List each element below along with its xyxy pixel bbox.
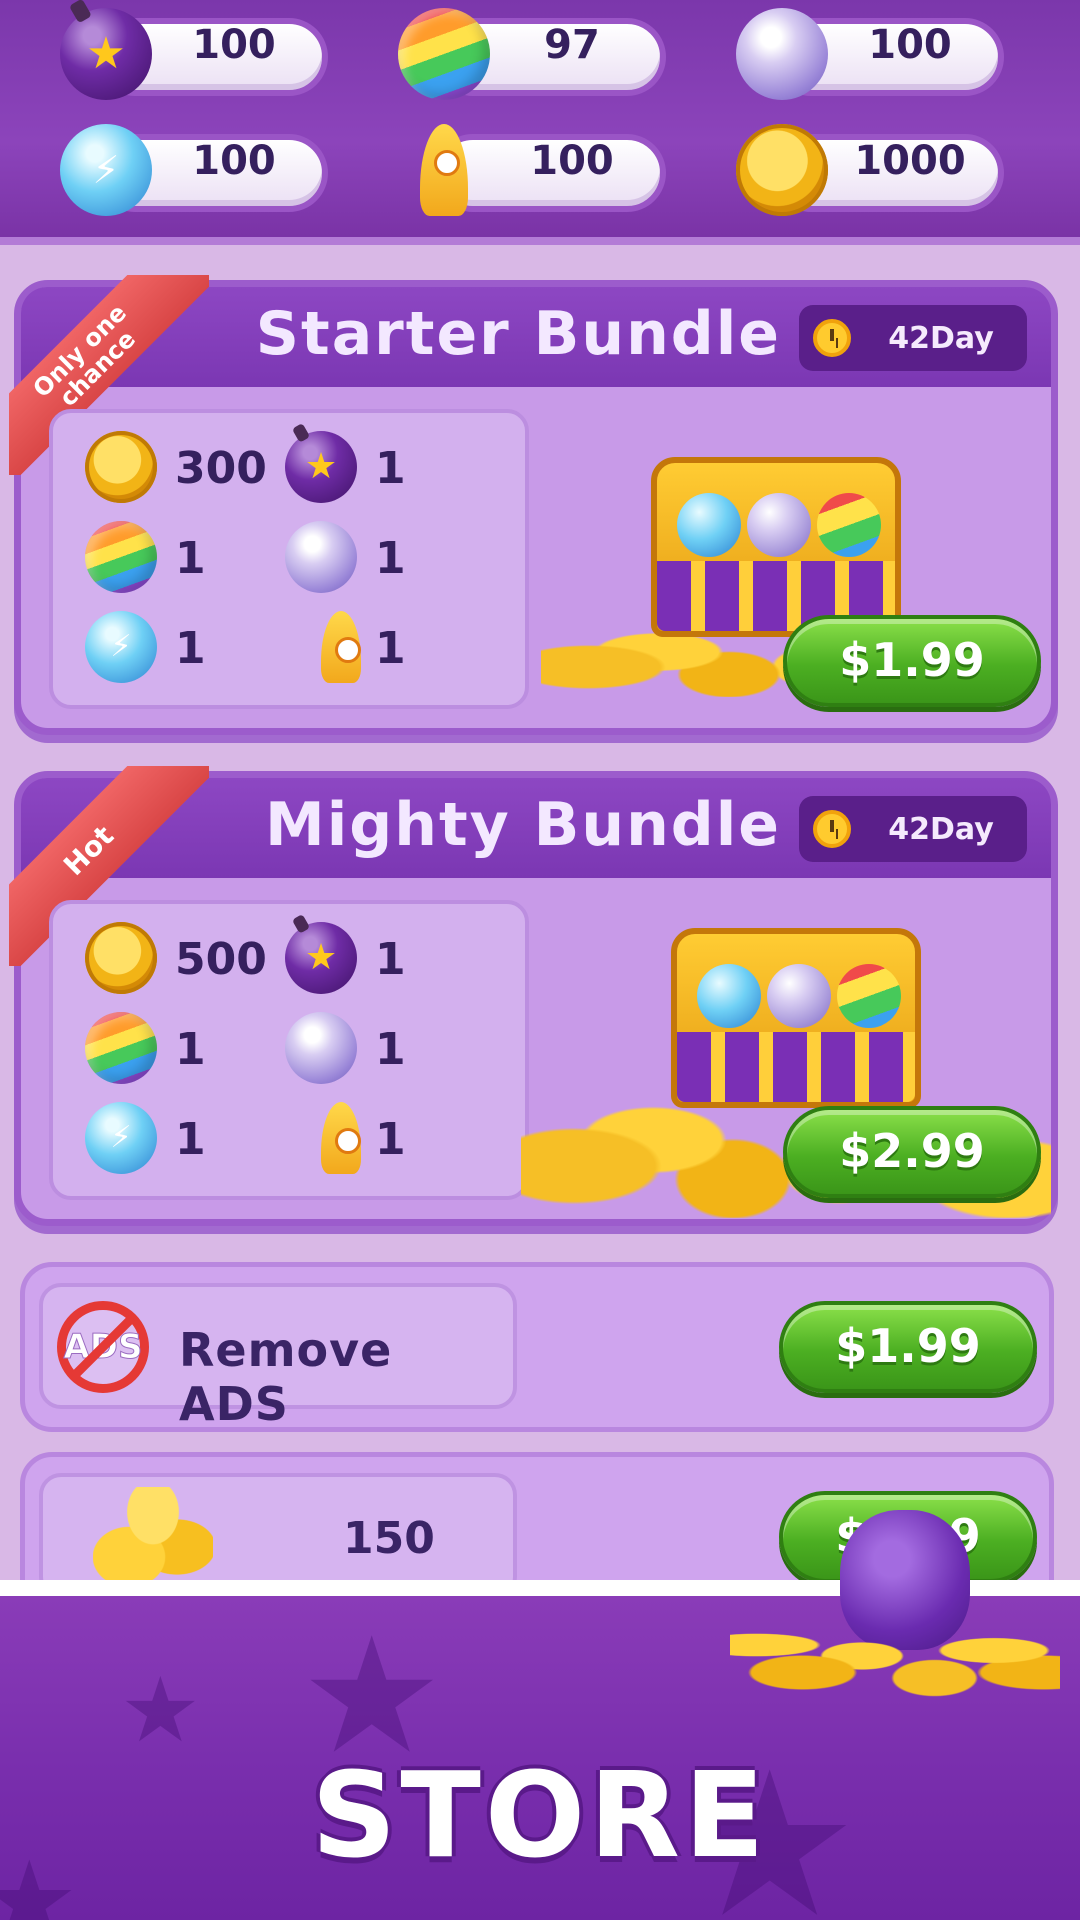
rainbow-ball-icon <box>85 1012 157 1084</box>
bundle-item: 1 <box>265 607 485 687</box>
bundle-item: 1 <box>265 427 485 507</box>
chest-icon <box>671 928 921 1108</box>
bundle-item: 1 <box>265 1098 485 1178</box>
coin-icon <box>85 431 157 503</box>
resource-value: 1000 <box>854 138 966 184</box>
rainbow-ball-icon <box>85 521 157 593</box>
pearl-ball-icon <box>285 521 357 593</box>
lightning-ball-icon <box>60 124 152 216</box>
bundle-items: 300 1 1 1 1 1 <box>49 409 529 709</box>
coin-icon <box>736 124 828 216</box>
bundle-timer: 42Day <box>799 305 1027 371</box>
remove-ads-row[interactable]: ADS Remove ADS $1.99 <box>20 1262 1054 1432</box>
starter-bundle-buy-button[interactable]: $1.99 <box>783 615 1041 707</box>
bundle-item: 300 <box>65 427 285 507</box>
ribbon-text: Only one chance <box>27 298 142 413</box>
item-qty: 500 <box>175 934 267 985</box>
resource-value: 100 <box>868 22 952 68</box>
store-title: STORE <box>311 1746 769 1884</box>
remove-ads-buy-button[interactable]: $1.99 <box>779 1301 1037 1393</box>
item-qty: 1 <box>175 1114 206 1165</box>
rocket-icon <box>321 611 361 683</box>
item-qty: 1 <box>175 623 206 674</box>
coin-pile-image <box>730 1590 1060 1700</box>
lightning-ball-icon <box>85 611 157 683</box>
resource-coins[interactable]: 1000 <box>736 124 1004 216</box>
clock-icon <box>813 319 851 357</box>
bundle-item: 1 <box>265 1008 485 1088</box>
item-qty: 1 <box>175 533 206 584</box>
item-qty: 1 <box>375 1024 406 1075</box>
money-bag-image <box>730 1500 1060 1700</box>
resource-pearl-ball[interactable]: 100 <box>736 8 1004 100</box>
bundle-items: 500 1 1 1 1 1 <box>49 900 529 1200</box>
chest-icon <box>651 457 901 637</box>
bomb-icon <box>285 431 357 503</box>
coin-icon <box>85 922 157 994</box>
mighty-bundle-buy-button[interactable]: $2.99 <box>783 1106 1041 1198</box>
item-qty: 1 <box>375 934 406 985</box>
bomb-icon <box>285 922 357 994</box>
bundle-title: Starter Bundle <box>255 299 781 369</box>
bomb-icon <box>60 8 152 100</box>
remove-ads-label: Remove ADS <box>179 1323 393 1431</box>
timer-text: 42Day <box>888 321 994 356</box>
bundle-item: 500 <box>65 918 285 998</box>
item-qty: 1 <box>375 1114 406 1165</box>
rocket-icon <box>321 1102 361 1174</box>
resource-value: 100 <box>192 22 276 68</box>
bundle-item: 1 <box>265 918 485 998</box>
item-qty: 1 <box>375 533 406 584</box>
star-decoration-icon: ★ <box>120 1658 201 1763</box>
bundle-item: 1 <box>65 1098 285 1178</box>
item-qty: 300 <box>175 443 267 494</box>
coin-pack-amount: 150 <box>343 1513 435 1564</box>
bundle-item: 1 <box>265 517 485 597</box>
resource-bomb[interactable]: 100 <box>60 8 328 100</box>
resource-value: 97 <box>544 22 600 68</box>
item-qty: 1 <box>375 443 406 494</box>
resource-lightning-ball[interactable]: 100 <box>60 124 328 216</box>
resource-bar: 100 97 100 100 100 1000 <box>0 0 1080 245</box>
resource-rainbow-ball[interactable]: 97 <box>398 8 666 100</box>
starter-bundle-card[interactable]: Starter Bundle 42Day Only one chance 300… <box>9 275 1058 735</box>
no-ads-icon-text: ADS <box>63 1327 143 1368</box>
mighty-bundle-card[interactable]: Mighty Bundle 42Day Hot 500 1 1 1 1 <box>9 766 1058 1226</box>
item-qty: 1 <box>175 1024 206 1075</box>
pearl-ball-icon <box>736 8 828 100</box>
pearl-ball-icon <box>285 1012 357 1084</box>
bundle-item: 1 <box>65 607 285 687</box>
bundle-item: 1 <box>65 1008 285 1088</box>
remove-ads-panel: ADS Remove ADS <box>39 1283 517 1431</box>
resource-rocket[interactable]: 100 <box>398 124 666 216</box>
item-qty: 1 <box>375 623 406 674</box>
lightning-ball-icon <box>85 1102 157 1174</box>
resource-value: 100 <box>530 138 614 184</box>
coin-stack-icon <box>93 1487 213 1587</box>
rainbow-ball-icon <box>398 8 490 100</box>
no-ads-icon: ADS <box>57 1301 149 1393</box>
resource-value: 100 <box>192 138 276 184</box>
bundle-item: 1 <box>65 517 285 597</box>
ribbon-text: Hot <box>57 819 121 883</box>
